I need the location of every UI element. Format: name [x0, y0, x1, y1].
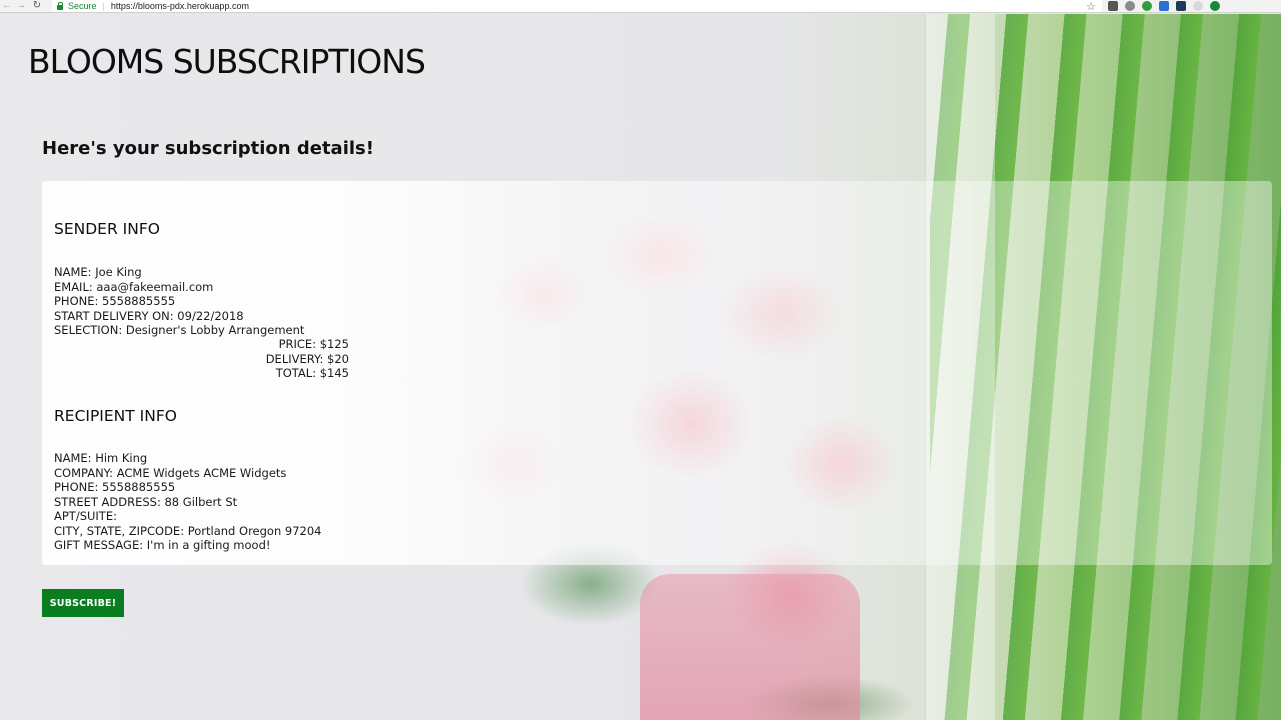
sender-info: NAME: Joe King EMAIL: aaa@fakeemail.com … [54, 265, 304, 338]
gift-message: GIFT MESSAGE: I'm in a gifting mood! [54, 538, 271, 552]
extension-icons [1108, 1, 1220, 11]
sender-email: EMAIL: aaa@fakeemail.com [54, 279, 214, 294]
pocket-icon[interactable] [1108, 1, 1118, 11]
sender-info-heading: SENDER INFO [54, 220, 160, 238]
recipient-name: NAME: Him King [54, 451, 148, 465]
grammar-extension-icon[interactable] [1142, 1, 1152, 11]
page-title: BLOOMS SUBSCRIPTIONS [28, 42, 426, 81]
reload-icon[interactable]: ↻ [30, 0, 44, 12]
extension-icon[interactable] [1125, 1, 1135, 11]
profile-icon[interactable] [1193, 1, 1203, 11]
browser-toolbar: ← → ↻ Secure | https://blooms-pdx.heroku… [0, 0, 1281, 13]
recipient-city-state-zip: CITY, STATE, ZIPCODE: Portland Oregon 97… [54, 523, 322, 538]
delivery-line: DELIVERY: $20 [265, 351, 349, 366]
vase-image [640, 574, 860, 720]
address-separator: | [102, 1, 105, 11]
recipient-info-heading: RECIPIENT INFO [54, 407, 177, 425]
sender-name: NAME: Joe King [54, 265, 142, 279]
page-subtitle: Here's your subscription details! [42, 138, 374, 159]
update-icon[interactable] [1210, 1, 1220, 11]
devtools-extension-icon[interactable] [1176, 1, 1186, 11]
translate-extension-icon[interactable] [1159, 1, 1169, 11]
recipient-company: COMPANY: ACME Widgets ACME Widgets [54, 465, 287, 480]
start-delivery-date: START DELIVERY ON: 09/22/2018 [54, 308, 244, 323]
lock-icon [56, 2, 64, 10]
bookmark-star-icon[interactable]: ☆ [1086, 0, 1096, 13]
subscribe-button[interactable]: SUBSCRIBE! [42, 589, 124, 617]
total-line: TOTAL: $145 [275, 366, 349, 380]
secure-label: Secure [68, 1, 97, 11]
sender-phone: PHONE: 5558885555 [54, 294, 176, 308]
back-arrow-icon[interactable]: ← [0, 0, 14, 12]
recipient-phone: PHONE: 5558885555 [54, 480, 176, 494]
url-text[interactable]: https://blooms-pdx.herokuapp.com [111, 1, 249, 11]
price-summary: PRICE: $125 DELIVERY: $20 TOTAL: $145 [54, 337, 349, 381]
recipient-street-address: STREET ADDRESS: 88 Gilbert St [54, 494, 238, 509]
recipient-info: NAME: Him King COMPANY: ACME Widgets ACM… [54, 451, 321, 553]
price-line: PRICE: $125 [278, 337, 349, 351]
selection: SELECTION: Designer's Lobby Arrangement [54, 323, 305, 337]
forward-arrow-icon[interactable]: → [14, 0, 28, 12]
recipient-apt-suite: APT/SUITE: [54, 509, 117, 523]
address-bar[interactable]: Secure | https://blooms-pdx.herokuapp.co… [52, 0, 1102, 13]
